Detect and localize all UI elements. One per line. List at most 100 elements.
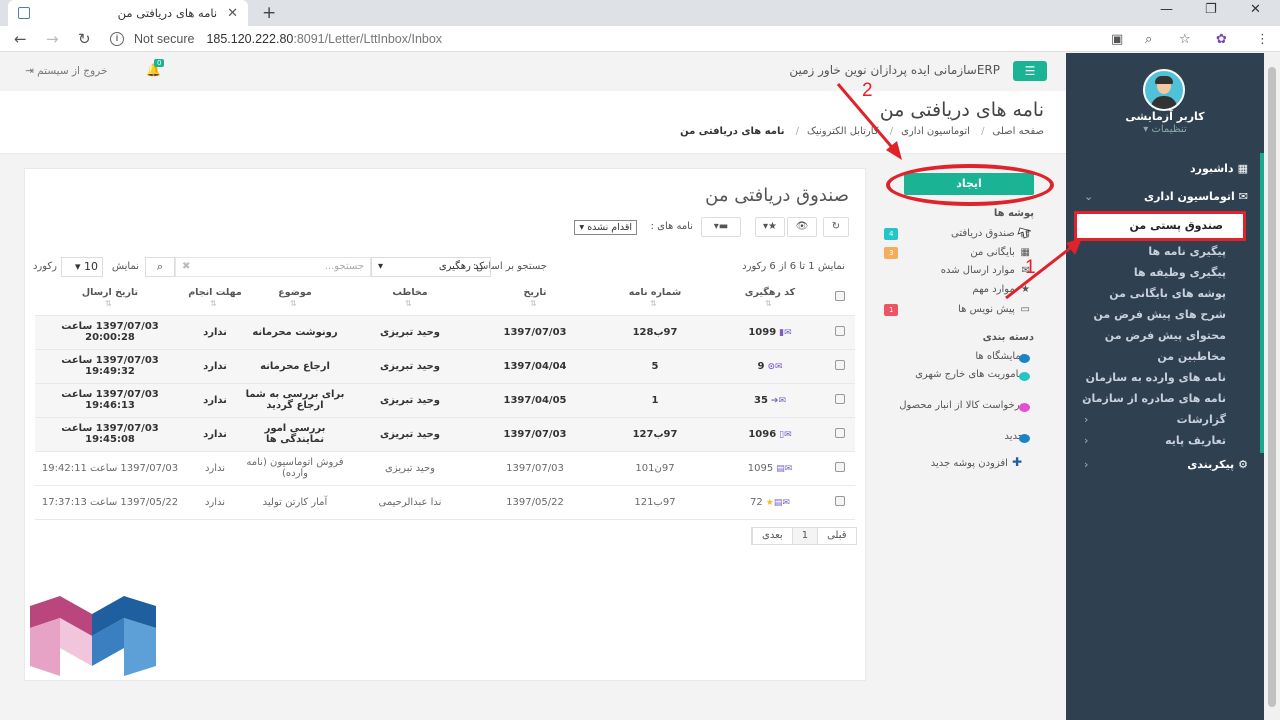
prev-page-button[interactable]: قبلی: [817, 528, 855, 544]
user-settings-link[interactable]: تنظیمات ▾: [1066, 124, 1264, 135]
annotation-circle: [886, 164, 1054, 206]
new-tab-button[interactable]: +: [262, 3, 276, 23]
col-number[interactable]: شماره نامه ⇅: [595, 281, 715, 316]
bookmark-star-icon[interactable]: ☆: [1179, 32, 1191, 47]
sidebar-item-dashboard[interactable]: ▦داشبورد: [1066, 155, 1264, 183]
avatar[interactable]: [1137, 69, 1191, 111]
zoom-icon[interactable]: ⌕: [1145, 32, 1152, 47]
folder-sent[interactable]: ✉ موارد ارسال شده: [880, 263, 1030, 279]
breadcrumb-home[interactable]: صفحه اصلی: [993, 126, 1044, 137]
folder-archive[interactable]: ▦ بایگانی من 3: [880, 245, 1030, 261]
table-row[interactable]: ✉▤1095 97ن101 1397/07/03 وحید تبریزی فرو…: [35, 451, 855, 486]
category-exhibitions[interactable]: نمایشگاه ها: [884, 350, 1030, 363]
table-row[interactable]: ✉⊙9 5 1397/04/04 وحید تبریزی ارجاع محرما…: [35, 349, 855, 384]
chevron-left-icon: ‹: [1084, 413, 1089, 426]
logout-link[interactable]: خروج از سیستم ⇥: [25, 65, 107, 77]
inbox-title: صندوق دریافتی من: [705, 185, 849, 206]
extension-icon[interactable]: ✿: [1216, 32, 1227, 47]
breadcrumb-current: نامه های دریافتی من: [680, 126, 785, 137]
sidebar-item-archive-folders[interactable]: پوشه های بایگانی من: [1066, 283, 1264, 304]
search-icon[interactable]: ⌕: [145, 257, 175, 277]
sidebar-item-automation[interactable]: ✉اتوماسیون اداری ⌄: [1066, 183, 1264, 211]
close-tab-icon[interactable]: ✕: [227, 6, 238, 21]
categories-heading: دسته بندی: [982, 332, 1034, 343]
back-icon[interactable]: ←: [14, 30, 27, 48]
table-row[interactable]: ✉▯1096 97ب127 1397/07/03 وحید تبریزی برر…: [35, 417, 855, 452]
envelope-icon: ✉▯: [779, 429, 792, 440]
minimize-icon[interactable]: —: [1160, 2, 1173, 17]
sidebar-item-incoming-letters[interactable]: نامه های وارده به سازمان: [1066, 367, 1264, 388]
next-page-button[interactable]: بعدی: [752, 528, 792, 544]
col-deadline[interactable]: مهلت انجام ⇅: [185, 281, 245, 316]
translate-icon[interactable]: ▣: [1111, 32, 1123, 47]
notification-bell-icon[interactable]: 🔔 0: [146, 59, 165, 77]
col-sent[interactable]: تاریخ ارسال ⇅: [35, 281, 185, 316]
star-dropdown-button[interactable]: ★▾: [755, 217, 785, 237]
sidebar-item-mailbox[interactable]: صندوق پستی من: [1074, 211, 1246, 241]
sidebar-item-contacts[interactable]: مخاطبین من: [1066, 346, 1264, 367]
row-checkbox[interactable]: [835, 461, 845, 472]
file-icon: ▭: [1020, 304, 1030, 315]
gears-icon: ⚙: [1238, 458, 1248, 471]
table-row[interactable]: ✉➔35 1 1397/04/05 وحید تبریزی برای بررسی…: [35, 383, 855, 418]
breadcrumb-automation[interactable]: اتوماسیون اداری: [901, 126, 970, 137]
folder-important[interactable]: ★ موارد مهم: [880, 282, 1030, 298]
add-folder-link[interactable]: ✚افزودن پوشه جدید: [931, 455, 1022, 469]
col-subject[interactable]: موضوع ⇅: [245, 281, 345, 316]
records-info: نمایش 1 تا 6 از 6 رکورد: [742, 261, 845, 272]
category-new[interactable]: جدید: [884, 430, 1030, 443]
col-date[interactable]: تاریخ ⇅: [475, 281, 595, 316]
page-1-button[interactable]: 1: [791, 528, 818, 544]
signout-icon: ⇥: [25, 65, 34, 77]
browser-tab[interactable]: نامه های دریافتی من ✕: [8, 0, 248, 26]
page-heading: نامه های دریافتی من صفحه اصلی/ اتوماسیون…: [0, 91, 1066, 154]
window-close-icon[interactable]: ✕: [1250, 2, 1261, 17]
envelope-icon: ✉: [1238, 190, 1248, 203]
menu-dots-icon[interactable]: ⋮: [1256, 32, 1269, 47]
sidebar-item-outgoing-letters[interactable]: نامه های صادره از سازمان ‹: [1066, 388, 1264, 409]
status-filter-select[interactable]: اقدام نشده ▾: [574, 220, 637, 235]
user-name: کاربر آزمایشی: [1125, 110, 1205, 123]
row-checkbox[interactable]: [835, 393, 845, 404]
reload-icon[interactable]: ↻: [78, 30, 91, 48]
url-path: :8091/Letter/LttInbox/Inbox: [293, 32, 443, 46]
address-bar: ← → ↻ i Not secure 185.120.222.80:8091/L…: [0, 26, 1280, 52]
col-contact[interactable]: مخاطب ⇅: [345, 281, 475, 316]
table-row[interactable]: ✉▤★72 97ب121 1397/05/22 ندا عبدالرحیمی آ…: [35, 485, 855, 520]
sidebar-item-letter-tracking[interactable]: پیگیری نامه ها: [1066, 241, 1264, 262]
row-checkbox[interactable]: [835, 325, 845, 336]
not-secure-label: Not secure: [134, 32, 195, 46]
page-length-select[interactable]: 10 ▾: [61, 257, 103, 277]
view-button[interactable]: 👁: [787, 217, 817, 237]
folder-inbox[interactable]: ▤ صندوق دریافتی 4: [880, 226, 1030, 242]
breadcrumb-cartable[interactable]: کارتابل الکترونیک: [807, 126, 878, 137]
category-warehouse[interactable]: درخواست کالا از انبار محصول: [884, 399, 1030, 412]
row-checkbox[interactable]: [835, 495, 845, 506]
table-row[interactable]: ✉▮1099 97ب128 1397/07/03 وحید تبریزی رون…: [35, 315, 855, 350]
col-code[interactable]: کد رهگیری ⇅: [715, 281, 825, 316]
folder-drafts[interactable]: ▭ پیش نویس ها 1: [880, 302, 1030, 318]
row-checkbox[interactable]: [835, 427, 845, 438]
row-checkbox[interactable]: [835, 359, 845, 370]
records-label: رکورد: [32, 261, 57, 272]
menu-toggle-button[interactable]: ☰: [1013, 61, 1047, 81]
maximize-icon[interactable]: ❐: [1205, 2, 1217, 17]
category-missions[interactable]: ماموریت های خارج شهری: [884, 368, 1030, 381]
sidebar-item-configuration[interactable]: ⚙پیکربندی ‹: [1066, 451, 1264, 479]
select-all-checkbox[interactable]: [835, 291, 845, 302]
page-scrollbar[interactable]: [1264, 53, 1280, 720]
sidebar-item-task-tracking[interactable]: پیگیری وظیفه ها: [1066, 262, 1264, 283]
sidebar-item-default-descriptions[interactable]: شرح های پیش فرض من: [1066, 304, 1264, 325]
search-input[interactable]: جستجو... ✖: [175, 257, 371, 277]
sidebar-item-base-definitions[interactable]: تعاریف پایه ‹: [1066, 430, 1264, 451]
forward-icon[interactable]: →: [46, 30, 59, 48]
search-field-select[interactable]: کد رهگیری ▾: [371, 257, 491, 277]
sidebar-item-reports[interactable]: گزارشات ‹: [1066, 409, 1264, 430]
refresh-button[interactable]: ↻: [823, 217, 849, 237]
sidebar-item-default-content[interactable]: محتوای پیش فرض من: [1066, 325, 1264, 346]
category-dot-icon: [1019, 372, 1030, 381]
url-field[interactable]: i Not secure 185.120.222.80:8091/Letter/…: [110, 29, 1110, 49]
info-icon[interactable]: i: [110, 32, 124, 46]
folder-dropdown-button[interactable]: ▬▾: [701, 217, 741, 237]
category-dot-icon: [1019, 354, 1030, 363]
